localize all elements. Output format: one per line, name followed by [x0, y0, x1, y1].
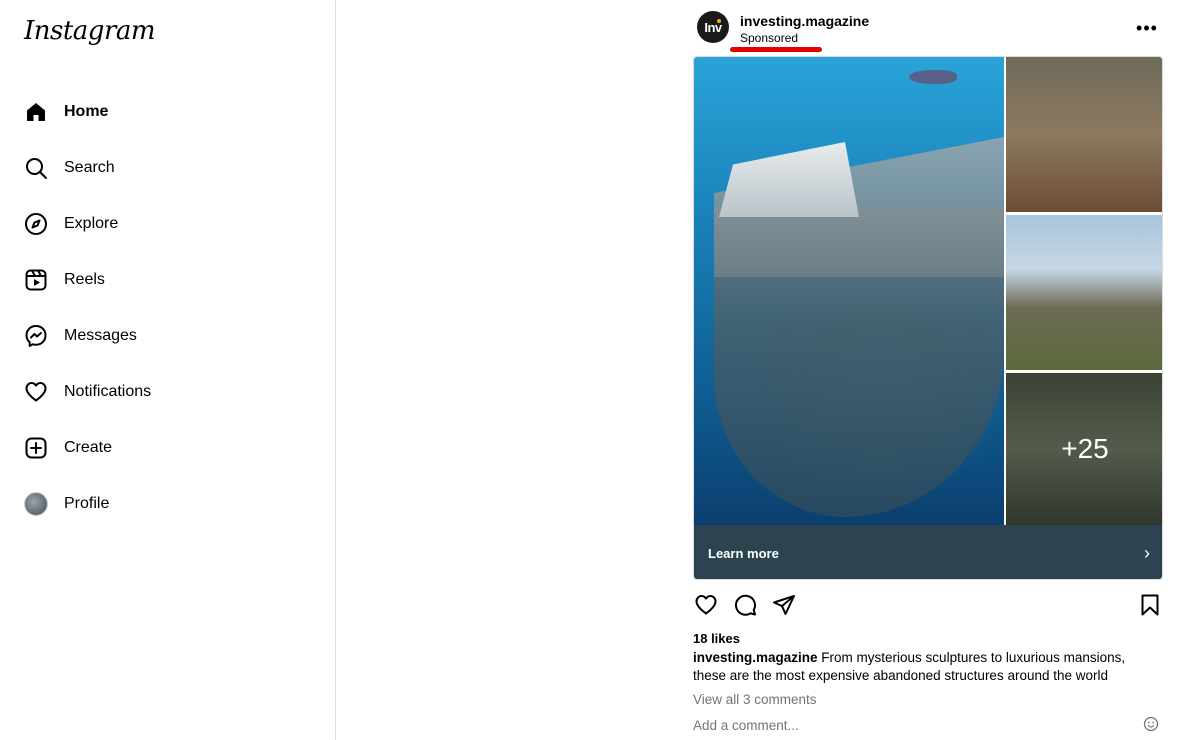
like-icon[interactable]: [693, 592, 719, 618]
likes-count[interactable]: 18 likes: [693, 631, 740, 646]
sidebar-item-profile[interactable]: Profile: [12, 476, 312, 532]
home-icon: [24, 100, 48, 124]
chevron-right-icon: ›: [1144, 542, 1150, 563]
red-underline-annotation: [730, 47, 822, 52]
sidebar-item-label: Explore: [64, 215, 119, 232]
post-caption: investing.magazine From mysterious sculp…: [693, 649, 1153, 685]
thumbnail-image[interactable]: [1006, 57, 1162, 212]
post-header: Inv investing.magazine Sponsored •••: [693, 8, 1163, 52]
sidebar: Instagram Home Search Explore Reels Mess…: [0, 0, 336, 740]
sidebar-item-label: Search: [64, 159, 115, 176]
sidebar-item-label: Reels: [64, 271, 105, 288]
sidebar-item-explore[interactable]: Explore: [12, 196, 312, 252]
view-comments-link[interactable]: View all 3 comments: [693, 692, 817, 707]
search-icon: [24, 156, 48, 180]
share-icon[interactable]: [771, 592, 797, 618]
sidebar-item-create[interactable]: Create: [12, 420, 312, 476]
sidebar-item-label: Home: [64, 103, 109, 120]
feed-post: Inv investing.magazine Sponsored ••• +25…: [693, 0, 1163, 740]
sidebar-item-label: Create: [64, 439, 113, 456]
save-icon[interactable]: [1137, 592, 1163, 618]
sidebar-item-search[interactable]: Search: [12, 140, 312, 196]
learn-more-button[interactable]: Learn more ›: [694, 525, 1162, 579]
sponsored-label: Sponsored: [740, 31, 799, 45]
sidebar-item-notifications[interactable]: Notifications: [12, 364, 312, 420]
sidebar-item-reels[interactable]: Reels: [12, 252, 312, 308]
instagram-logo[interactable]: Instagram: [24, 16, 156, 46]
compass-icon: [24, 212, 48, 236]
caption-username[interactable]: investing.magazine: [693, 650, 818, 665]
comment-icon[interactable]: [732, 592, 758, 618]
thumbnail-image[interactable]: [1006, 215, 1162, 370]
plus-square-icon: [24, 436, 48, 460]
sidebar-nav: Home Search Explore Reels Messages Notif…: [12, 84, 312, 532]
post-username[interactable]: investing.magazine: [740, 13, 869, 29]
sidebar-item-label: Profile: [64, 495, 110, 512]
sidebar-item-label: Notifications: [64, 383, 152, 400]
sidebar-item-label: Messages: [64, 327, 137, 344]
sidebar-item-home[interactable]: Home: [12, 84, 312, 140]
more-options-icon[interactable]: •••: [1136, 18, 1157, 38]
main-image[interactable]: [694, 57, 1004, 525]
add-comment-input[interactable]: [693, 716, 1153, 734]
emoji-icon[interactable]: [1143, 716, 1159, 732]
thumbnail-image[interactable]: +25: [1006, 373, 1162, 525]
sidebar-item-messages[interactable]: Messages: [12, 308, 312, 364]
post-actions: [693, 592, 1163, 620]
more-images-count: +25: [1061, 433, 1109, 464]
heart-icon: [24, 380, 48, 404]
brand-avatar[interactable]: Inv: [697, 11, 729, 43]
messenger-icon: [24, 324, 48, 348]
avatar: [24, 492, 48, 516]
reels-icon: [24, 268, 48, 292]
post-media[interactable]: +25 Learn more ›: [693, 56, 1163, 580]
learn-more-label: Learn more: [708, 545, 779, 561]
